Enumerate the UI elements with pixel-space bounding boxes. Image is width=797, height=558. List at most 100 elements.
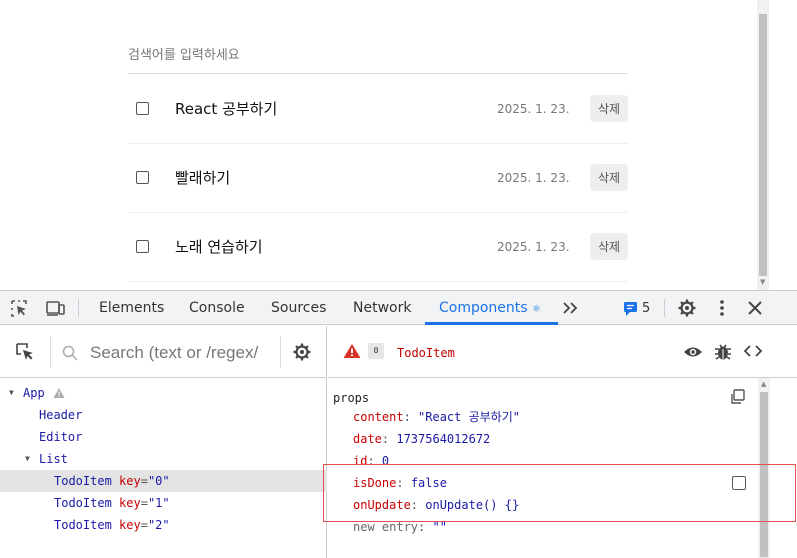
- tree-node-key-label: key: [119, 496, 141, 510]
- page-scrollbar[interactable]: ▼: [757, 0, 769, 290]
- app-viewport: React 공부하기 2025. 1. 23. 삭제 빨래하기 2025. 1.…: [0, 0, 797, 290]
- delete-button[interactable]: 삭제: [590, 164, 628, 191]
- component-tree-panel: ▼ App Header Editor ▼ List TodoItem key=…: [0, 326, 327, 558]
- prop-row-content[interactable]: content: "React 공부하기": [353, 406, 520, 428]
- todo-date: 2025. 1. 23.: [497, 171, 570, 185]
- isdone-checkbox[interactable]: [732, 476, 746, 490]
- todo-checkbox[interactable]: [136, 171, 149, 184]
- new-entry-key[interactable]: new entry: [353, 520, 418, 534]
- inspector-scroll-thumb[interactable]: [760, 392, 768, 557]
- tree-node-todoitem[interactable]: TodoItem key="2": [0, 514, 327, 536]
- prop-value[interactable]: 0: [382, 454, 389, 468]
- copy-icon[interactable]: [728, 388, 746, 406]
- active-tab-indicator: [425, 322, 558, 325]
- close-icon[interactable]: [744, 297, 766, 319]
- settings-gear-icon[interactable]: [291, 341, 313, 363]
- prop-row-date[interactable]: date: 1737564012672: [353, 428, 490, 450]
- prop-row-isdone[interactable]: isDone: false: [353, 472, 447, 494]
- tree-node-label: App: [23, 386, 45, 400]
- todo-date: 2025. 1. 23.: [497, 102, 570, 116]
- inspector-scrollbar[interactable]: ▲: [758, 378, 770, 558]
- prop-value[interactable]: onUpdate() {}: [425, 498, 519, 512]
- issues-count[interactable]: 5: [642, 301, 650, 316]
- todo-checkbox[interactable]: [136, 102, 149, 115]
- tree-search-bar: [0, 326, 327, 378]
- collapse-arrow-icon[interactable]: ▼: [9, 382, 14, 404]
- tabbar-divider: [78, 299, 79, 317]
- todo-content: React 공부하기: [175, 100, 278, 118]
- prop-value[interactable]: false: [411, 476, 447, 490]
- tab-console[interactable]: Console: [189, 300, 245, 316]
- delete-button[interactable]: 삭제: [590, 95, 628, 122]
- component-search-input[interactable]: [90, 342, 270, 364]
- tree-node-editor[interactable]: Editor: [0, 426, 327, 448]
- prop-row-new-entry[interactable]: new entry: "": [353, 516, 447, 538]
- tree-node-key-label: key: [119, 518, 141, 532]
- prop-colon: :: [410, 498, 426, 512]
- inspect-element-icon[interactable]: [8, 297, 30, 319]
- props-inspector: 0 TodoItem props content: "React 공부하기" d…: [328, 326, 797, 558]
- tab-components[interactable]: Components ⚛: [439, 300, 541, 316]
- prop-row-id[interactable]: id: 0: [353, 450, 389, 472]
- props-section-title: props: [333, 391, 370, 405]
- delete-button[interactable]: 삭제: [590, 233, 628, 260]
- react-atom-icon: ⚛: [532, 304, 541, 315]
- tree-node-equals: =: [140, 518, 148, 532]
- tree-node-key-value: "1": [147, 496, 170, 510]
- tree-node-label: TodoItem key="2": [54, 514, 170, 536]
- collapse-arrow-icon[interactable]: ▼: [25, 448, 30, 470]
- warning-triangle-icon[interactable]: [343, 343, 361, 359]
- devtools-panel: Elements Console Sources Network Compone…: [0, 290, 797, 558]
- tree-node-todoitem[interactable]: TodoItem key="1": [0, 492, 327, 514]
- prop-value[interactable]: "React 공부하기": [418, 410, 520, 424]
- device-toolbar-icon[interactable]: [44, 297, 66, 319]
- prop-row-onupdate[interactable]: onUpdate: onUpdate() {}: [353, 494, 519, 516]
- todo-item: 빨래하기 2025. 1. 23. 삭제: [128, 144, 628, 213]
- scroll-down-arrow-icon[interactable]: ▼: [760, 278, 765, 286]
- eye-icon[interactable]: [683, 343, 703, 361]
- tree-node-equals: =: [140, 474, 148, 488]
- tab-sources[interactable]: Sources: [271, 300, 326, 316]
- more-tabs-chevron-icon[interactable]: [560, 297, 582, 319]
- page-scroll-thumb[interactable]: [759, 14, 767, 276]
- tree-node-key-value: "0": [147, 474, 170, 488]
- tree-node-app[interactable]: ▼ App: [0, 382, 327, 404]
- issues-message-icon[interactable]: [620, 297, 642, 319]
- tree-node-equals: =: [140, 496, 148, 510]
- prop-colon: :: [381, 432, 397, 446]
- tree-node-name: TodoItem: [54, 474, 112, 488]
- new-entry-value[interactable]: "": [432, 520, 446, 534]
- warning-triangle-icon: [53, 388, 65, 398]
- tree-node-label: Header: [39, 408, 83, 422]
- todo-checkbox[interactable]: [136, 240, 149, 253]
- tab-network[interactable]: Network: [353, 300, 411, 316]
- tree-node-todoitem-selected[interactable]: TodoItem key="0": [0, 470, 327, 492]
- select-element-icon[interactable]: [14, 341, 36, 363]
- component-id-badge: 0: [368, 343, 384, 359]
- tree-node-key-label: key: [119, 474, 141, 488]
- scroll-up-arrow-icon[interactable]: ▲: [761, 380, 766, 388]
- bug-icon[interactable]: [714, 342, 732, 362]
- tree-node-name: TodoItem: [54, 518, 112, 532]
- prop-key: isDone: [353, 476, 397, 490]
- tree-node-header[interactable]: Header: [0, 404, 327, 426]
- tree-node-label: Editor: [39, 430, 83, 444]
- settings-gear-icon[interactable]: [676, 297, 698, 319]
- prop-key: date: [353, 432, 382, 446]
- tree-node-label: List: [39, 452, 68, 466]
- tabbar-divider: [664, 299, 665, 317]
- search-icon: [62, 345, 78, 361]
- todo-date: 2025. 1. 23.: [497, 240, 570, 254]
- tab-elements[interactable]: Elements: [99, 300, 164, 316]
- prop-value[interactable]: 1737564012672: [396, 432, 490, 446]
- prop-colon: :: [367, 454, 382, 468]
- search-input[interactable]: [128, 38, 628, 74]
- code-brackets-icon[interactable]: [743, 343, 763, 359]
- prop-key: onUpdate: [353, 498, 411, 512]
- tree-node-key-value: "2": [147, 518, 170, 532]
- search-divider: [280, 336, 281, 368]
- more-options-icon[interactable]: [711, 297, 733, 319]
- tab-components-label: Components: [439, 300, 528, 316]
- tree-node-list[interactable]: ▼ List: [0, 448, 327, 470]
- devtools-tabbar: Elements Console Sources Network Compone…: [0, 291, 797, 325]
